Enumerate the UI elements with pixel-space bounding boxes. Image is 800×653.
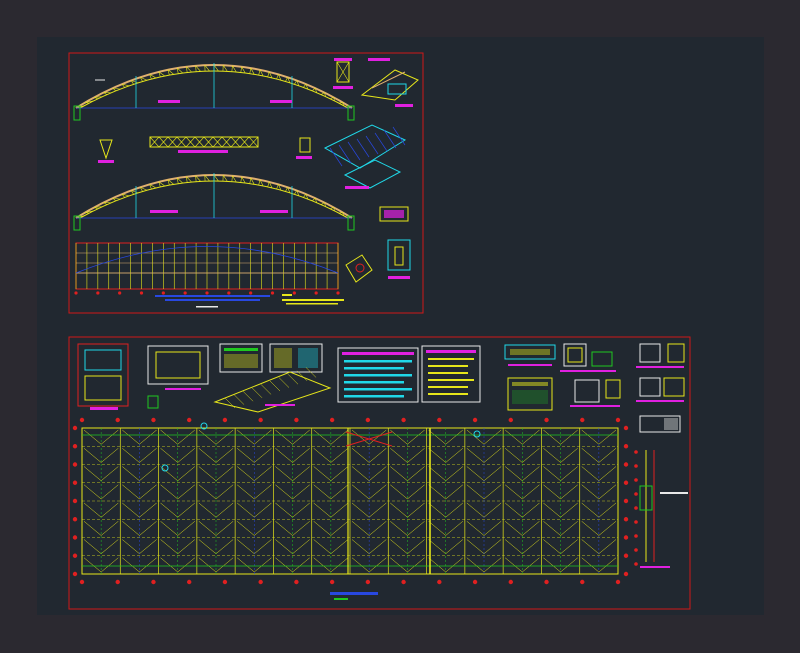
parallel-truss-detail bbox=[98, 136, 259, 163]
arch-truss-elevation-top bbox=[73, 63, 355, 121]
cad-canvas[interactable] bbox=[0, 0, 800, 653]
top-details-strip bbox=[77, 343, 685, 433]
isometric-truss-detail bbox=[296, 124, 407, 189]
longitudinal-elevation bbox=[74, 242, 340, 295]
side-elevation bbox=[634, 450, 688, 568]
sheet-1-notes bbox=[155, 294, 344, 308]
sheet-1[interactable] bbox=[68, 52, 424, 314]
sheet-2-title bbox=[330, 592, 378, 600]
section-details bbox=[345, 239, 411, 283]
connection-details-top-right bbox=[333, 58, 419, 107]
roof-structure-plan[interactable] bbox=[72, 417, 629, 585]
cad-viewport[interactable] bbox=[0, 0, 800, 653]
sheet-2[interactable] bbox=[68, 336, 691, 610]
